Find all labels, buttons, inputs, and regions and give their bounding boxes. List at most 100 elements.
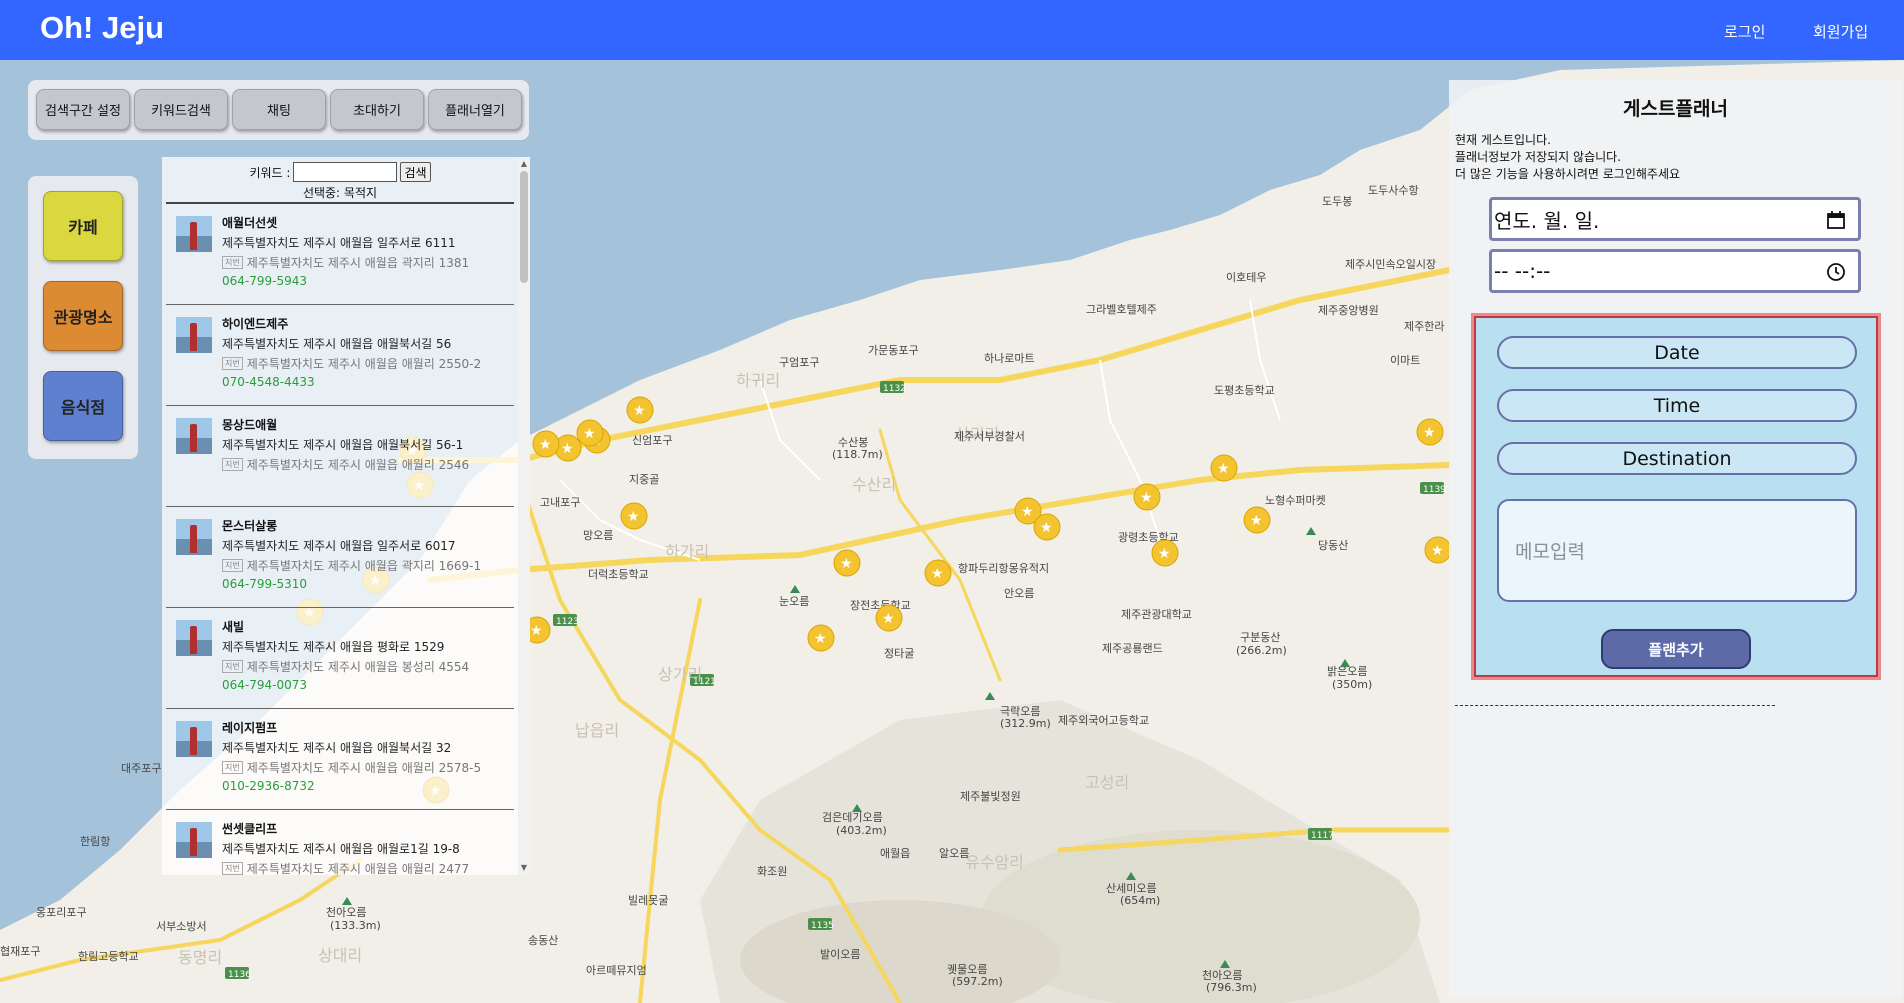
category-attraction-button[interactable]: 관광명소 [43,281,123,351]
area-label-hwaa: 하가리 [665,542,709,561]
place-name[interactable]: 하이엔드제주 [222,315,288,332]
result-item[interactable]: 몬스터살롱 제주특별자치도 제주시 애월읍 일주서로 6017 지번 제주특별자치도 … [166,507,514,608]
login-link[interactable]: 로그인 [1724,21,1765,42]
label-jigunggol: 지중골 [629,473,659,486]
signup-link[interactable]: 회원가입 [1813,21,1868,42]
star-marker: ★ [1424,536,1452,564]
label-geomeunde: 검은데기오름 [822,811,883,824]
time-input[interactable]: -- --:-- [1489,249,1861,293]
svg-text:★: ★ [633,403,646,419]
area-label-sangdae: 상대리 [318,946,362,965]
plan-destination-field[interactable]: Destination [1497,442,1857,475]
label-dangsan: 당동산 [1318,539,1348,552]
result-item[interactable]: 애월더선셋 제주특별자치도 제주시 애월읍 일주서로 6111 지번 제주특별자치도 … [166,204,514,305]
place-phone: 010-2936-8732 [222,779,315,793]
place-name[interactable]: 몬스터살롱 [222,517,277,534]
result-item[interactable]: 몽상드애월 제주특별자치도 제주시 애월읍 애월북서길 56-1 지번 제주특별자치도… [166,406,514,507]
search-result-panel: 키워드 : 검색 선택중: 목적지 애월더선셋제주특별자치도 제주시 애월읍 일… [162,157,530,875]
place-jibun-address: 지번 제주특별자치도 제주시 애월읍 곽지리 1669-1 [222,557,481,574]
svg-text:★: ★ [583,426,596,442]
label-iho-taewoo: 이호테우 [1226,271,1266,284]
label-sinuem-port: 신엄포구 [632,434,672,447]
search-range-button[interactable]: 검색구간 설정 [36,89,130,130]
svg-text:★: ★ [1021,504,1034,520]
guest-planner-panel: 게스트플래너 현재 게스트입니다. 플래너정보가 저장되지 않습니다. 더 많은… [1449,80,1902,998]
memo-input[interactable]: 메모입력 [1497,499,1857,602]
label-jeju-foreign: 제주외국어고등학교 [1058,714,1149,727]
add-plan-button[interactable]: 플랜추가 [1601,629,1751,669]
place-name[interactable]: 몽상드애월 [222,416,277,433]
guest-notice-line: 더 많은 기능을 사용하시려면 로그인해주세요 [1455,167,1681,181]
jibun-text: 제주특별자치도 제주시 애월읍 애월리 2578-5 [246,761,482,775]
label-gubundongsan-h: (266.2m) [1236,644,1287,657]
label-sungeup: 송동산 [528,934,558,947]
result-item[interactable]: 썬셋클리프 제주특별자치도 제주시 애월읍 애월로1길 19-8 지번 제주특별자치도… [166,810,514,875]
plan-time-field[interactable]: Time [1497,389,1857,422]
jibun-text: 제주특별자치도 제주시 애월읍 애월리 2477 [246,862,470,875]
brand-logo[interactable]: Oh! Jeju [40,10,164,46]
star-marker: ★ [626,396,654,424]
label-cheonaoreum-l-h: (133.3m) [330,919,381,932]
label-sansemioreum-h: (654m) [1120,894,1160,907]
place-thumbnail [176,822,212,858]
calendar-icon[interactable] [1826,210,1846,230]
scroll-thumb[interactable] [520,171,528,283]
label-arte-museum: 아르떼뮤지엄 [586,964,647,977]
place-name[interactable]: 애월더선셋 [222,214,277,231]
place-jibun-address: 지번 제주특별자치도 제주시 애월읍 애월리 2546 [222,456,469,473]
plan-date-field[interactable]: Date [1497,336,1857,369]
scroll-up-icon[interactable]: ▲ [520,159,528,169]
keyword-input[interactable] [293,162,398,182]
area-label-sangamun: 상가리 [658,665,702,684]
star-marker: ★ [1133,483,1161,511]
place-name[interactable]: 새빌 [222,618,244,635]
star-marker: ★ [620,502,648,530]
svg-text:★: ★ [561,441,574,457]
jibun-text: 제주특별자치도 제주시 애월읍 애월리 2550-2 [246,357,482,371]
star-marker: ★ [1210,454,1238,482]
chat-button[interactable]: 채팅 [232,89,326,130]
jibun-tag: 지번 [222,761,243,774]
invite-button[interactable]: 초대하기 [330,89,424,130]
keyword-search-button[interactable]: 키워드검색 [134,89,228,130]
category-cafe-button[interactable]: 카페 [43,191,123,261]
star-marker: ★ [1151,539,1179,567]
place-road-address: 제주특별자치도 제주시 애월읍 애월북서길 32 [222,741,452,755]
label-jeju-hospital: 제주중앙병원 [1318,304,1379,317]
star-marker: ★ [833,549,861,577]
result-scrollbar[interactable]: ▲ ▼ [518,157,530,875]
result-item[interactable]: 새빌 제주특별자치도 제주시 애월읍 평화로 1529 지번 제주특별자치도 제주시 … [166,608,514,709]
place-road-address: 제주특별자치도 제주시 애월읍 일주서로 6111 [222,236,456,250]
area-label-hagui: 하귀리 [736,371,780,390]
category-panel: 카페 관광명소 음식점 [28,176,138,459]
label-jeju-gongyong: 제주공룡랜드 [1102,642,1163,655]
svg-text:★: ★ [539,437,552,453]
keyword-row: 키워드 : 검색 [162,161,518,183]
place-phone: 064-799-5310 [222,577,308,591]
label-emart: 이마트 [1390,354,1420,367]
open-planner-button[interactable]: 플래너열기 [428,89,522,130]
result-item[interactable]: 하이엔드제주 제주특별자치도 제주시 애월읍 애월북서길 56 지번 제주특별자치도 … [166,305,514,406]
label-nohyeong: 노형수퍼마켓 [1265,494,1326,507]
clock-icon[interactable] [1826,262,1846,282]
selection-status: 선택중: 목적지 [302,186,378,200]
star-marker: ★ [1416,418,1444,446]
planner-divider [1455,705,1775,706]
label-mangoreum: 망오름 [583,529,613,542]
road-label-1139: 1139 [1423,485,1446,495]
star-marker: ★ [532,430,560,458]
keyword-search-submit[interactable]: 검색 [400,162,431,182]
place-thumbnail [176,519,212,555]
jibun-text: 제주특별자치도 제주시 애월읍 애월리 2546 [246,458,470,472]
road-label-1123: 1123 [556,617,579,627]
place-name[interactable]: 레이지펌프 [222,719,277,736]
label-daemyeong: 대주포구 [121,762,161,775]
label-billemotgul: 빌레못굴 [628,894,668,907]
jibun-tag: 지번 [222,458,243,471]
category-restaurant-button[interactable]: 음식점 [43,371,123,441]
date-input[interactable]: 연도. 월. 일. [1489,197,1861,241]
label-gubundongsan: 구분동산 [1240,631,1280,644]
result-item[interactable]: 레이지펌프제주특별자치도 제주시 애월읍 애월북서길 32 지번 제주특별자치도 제… [166,709,514,810]
scroll-down-icon[interactable]: ▼ [520,863,528,873]
place-name[interactable]: 썬셋클리프 [222,820,277,837]
